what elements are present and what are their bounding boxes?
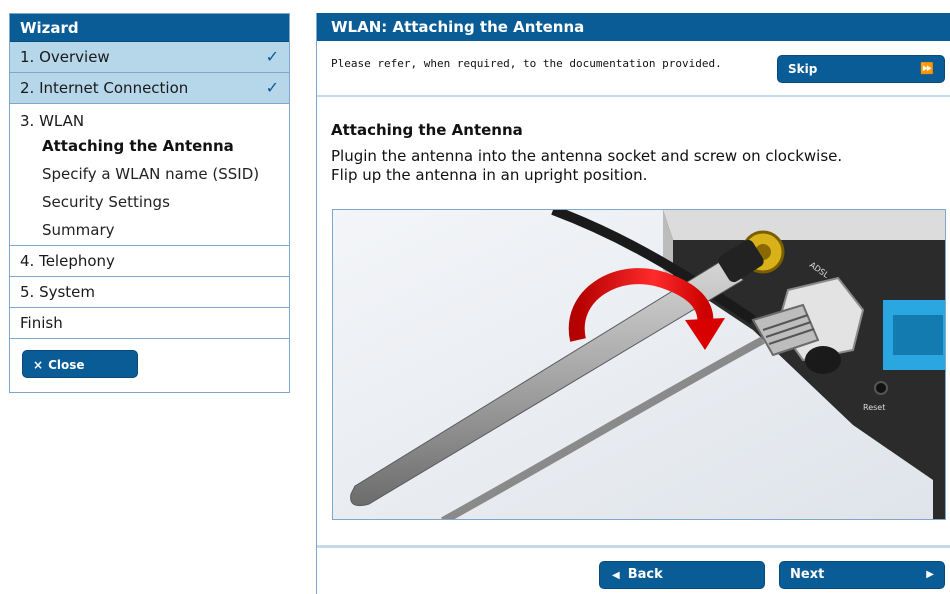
connector-knob xyxy=(805,346,841,374)
antenna-illustration-svg: Reset ADSL xyxy=(333,210,945,519)
page-title: WLAN: Attaching the Antenna xyxy=(317,13,950,41)
reset-hole xyxy=(874,381,888,395)
sidebar-item-wlan[interactable]: 3. WLAN xyxy=(20,110,289,132)
arrow-right-icon: ▶ xyxy=(926,569,934,580)
check-icon: ✓ xyxy=(265,78,279,97)
sidebar-item-label: 4. Telephony xyxy=(20,252,115,270)
sidebar-subitem-security-settings: Security Settings xyxy=(42,193,170,211)
sidebar-group-wlan: 3. WLAN Attaching the Antenna Specify a … xyxy=(10,104,289,246)
sidebar-item-label: Finish xyxy=(20,314,63,332)
reset-label: Reset xyxy=(863,403,885,412)
arrow-left-icon: ◀ xyxy=(612,570,620,581)
back-button[interactable]: ◀ Back xyxy=(599,561,765,589)
sidebar-item-internet-connection[interactable]: 2. Internet Connection ✓ xyxy=(10,73,289,104)
sidebar-item-finish[interactable]: Finish xyxy=(10,308,289,339)
sidebar-item-label: 1. Overview xyxy=(20,48,110,66)
sidebar-subitem-attaching-antenna: Attaching the Antenna xyxy=(42,137,234,155)
skip-button-label: Skip xyxy=(788,62,818,76)
sidebar-subitem-wlan-name: Specify a WLAN name (SSID) xyxy=(42,165,260,183)
instruction-line: Flip up the antenna in an upright positi… xyxy=(331,166,648,184)
wizard-sidebar: Wizard 1. Overview ✓ 2. Internet Connect… xyxy=(9,13,290,393)
sidebar-item-label: 2. Internet Connection xyxy=(20,79,189,97)
notice-bar: Please refer, when required, to the docu… xyxy=(317,41,950,97)
check-icon: ✓ xyxy=(265,47,279,66)
close-button-label: Close xyxy=(48,358,85,372)
fast-forward-icon: ⏩ xyxy=(920,62,934,75)
close-icon: × xyxy=(33,358,44,372)
skip-button[interactable]: Skip ⏩ xyxy=(777,55,945,83)
close-button[interactable]: × Close xyxy=(22,350,138,378)
notice-text: Please refer, when required, to the docu… xyxy=(331,57,722,70)
sidebar-item-overview[interactable]: 1. Overview ✓ xyxy=(10,42,289,73)
footer-divider xyxy=(317,545,950,548)
sidebar-item-telephony[interactable]: 4. Telephony xyxy=(10,246,289,277)
content-instructions: Plugin the antenna into the antenna sock… xyxy=(331,147,931,185)
instruction-line: Plugin the antenna into the antenna sock… xyxy=(331,147,843,165)
back-button-label: Back xyxy=(627,567,663,582)
next-button-label: Next xyxy=(790,567,825,582)
sidebar-item-system[interactable]: 5. System xyxy=(10,277,289,308)
sidebar-subitem-summary: Summary xyxy=(42,221,115,239)
sidebar-title: Wizard xyxy=(10,14,289,42)
main-panel: WLAN: Attaching the Antenna Please refer… xyxy=(316,13,950,594)
antenna-illustration: Reset ADSL xyxy=(332,209,946,520)
next-button[interactable]: Next ▶ xyxy=(779,561,945,589)
content-heading: Attaching the Antenna xyxy=(331,121,523,139)
sidebar-item-label: 5. System xyxy=(20,283,96,301)
